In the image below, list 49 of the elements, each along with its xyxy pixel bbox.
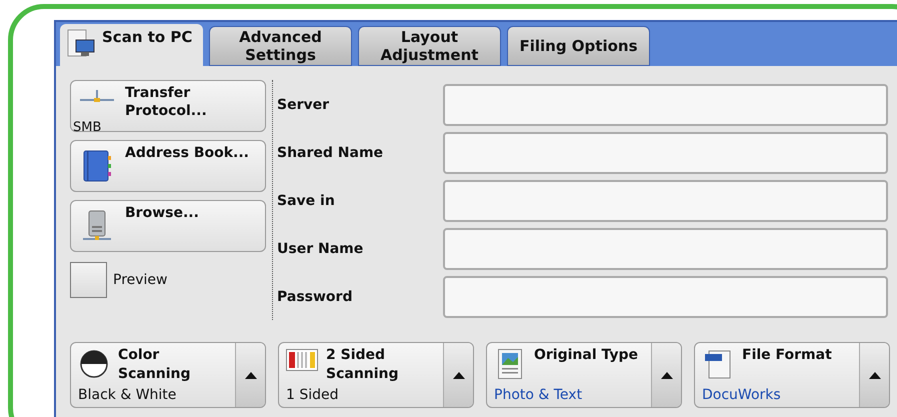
field-label: Password bbox=[277, 288, 354, 306]
field-label: User Name bbox=[277, 240, 364, 258]
photo-document-icon bbox=[498, 349, 522, 379]
feature-title: 2 Sided Scanning bbox=[326, 346, 400, 384]
text-field[interactable] bbox=[443, 276, 888, 318]
feature-value: 1 Sided bbox=[286, 387, 340, 404]
feature-button[interactable]: Color Scanning Black & White bbox=[70, 342, 266, 408]
up-arrow-icon bbox=[868, 372, 880, 378]
action-button[interactable]: Browse... bbox=[70, 200, 266, 252]
text-field[interactable] bbox=[443, 180, 888, 222]
tab[interactable]: Layout Adjustment bbox=[358, 26, 501, 66]
field-label: Save in bbox=[277, 192, 336, 210]
preview-checkbox[interactable] bbox=[70, 262, 107, 298]
action-button[interactable]: Address Book... bbox=[70, 140, 266, 192]
network-icon bbox=[80, 90, 114, 104]
text-field[interactable] bbox=[443, 228, 888, 270]
field-label: Shared Name bbox=[277, 144, 384, 162]
feature-button[interactable]: 2 Sided Scanning 1 Sided bbox=[278, 342, 474, 408]
button-label: Transfer Protocol... bbox=[125, 84, 208, 120]
up-button[interactable] bbox=[235, 343, 265, 407]
field-label: Server bbox=[277, 96, 330, 114]
up-arrow-icon bbox=[452, 372, 464, 378]
action-button[interactable]: Transfer Protocol... SMB bbox=[70, 80, 266, 132]
feature-title: Color Scanning bbox=[118, 346, 192, 384]
color-bars-icon bbox=[286, 349, 318, 371]
half-circle-icon bbox=[79, 349, 109, 379]
feature-value: Photo & Text bbox=[494, 387, 584, 404]
tab[interactable]: Filing Options bbox=[507, 26, 650, 66]
feature-title: File Format bbox=[742, 346, 832, 365]
server-icon bbox=[83, 210, 111, 242]
up-button[interactable] bbox=[651, 343, 681, 407]
tab[interactable]: Advanced Settings bbox=[209, 26, 352, 66]
up-button[interactable] bbox=[443, 343, 473, 407]
button-label: Browse... bbox=[125, 204, 199, 222]
button-label: Address Book... bbox=[125, 144, 249, 162]
feature-button[interactable]: File Format DocuWorks bbox=[694, 342, 890, 408]
text-field[interactable] bbox=[443, 84, 888, 126]
document-icon bbox=[705, 349, 731, 379]
text-field[interactable] bbox=[443, 132, 888, 174]
up-arrow-icon bbox=[244, 372, 256, 378]
feature-button[interactable]: Original Type Photo & Text bbox=[486, 342, 682, 408]
tab[interactable]: Scan to PC bbox=[60, 24, 203, 66]
up-arrow-icon bbox=[660, 372, 672, 378]
feature-value: DocuWorks bbox=[702, 387, 782, 404]
preview-label: Preview bbox=[113, 270, 168, 290]
address-book-icon bbox=[83, 150, 111, 182]
feature-title: Original Type bbox=[534, 346, 638, 365]
feature-value: Black & White bbox=[78, 387, 178, 404]
up-button[interactable] bbox=[859, 343, 889, 407]
